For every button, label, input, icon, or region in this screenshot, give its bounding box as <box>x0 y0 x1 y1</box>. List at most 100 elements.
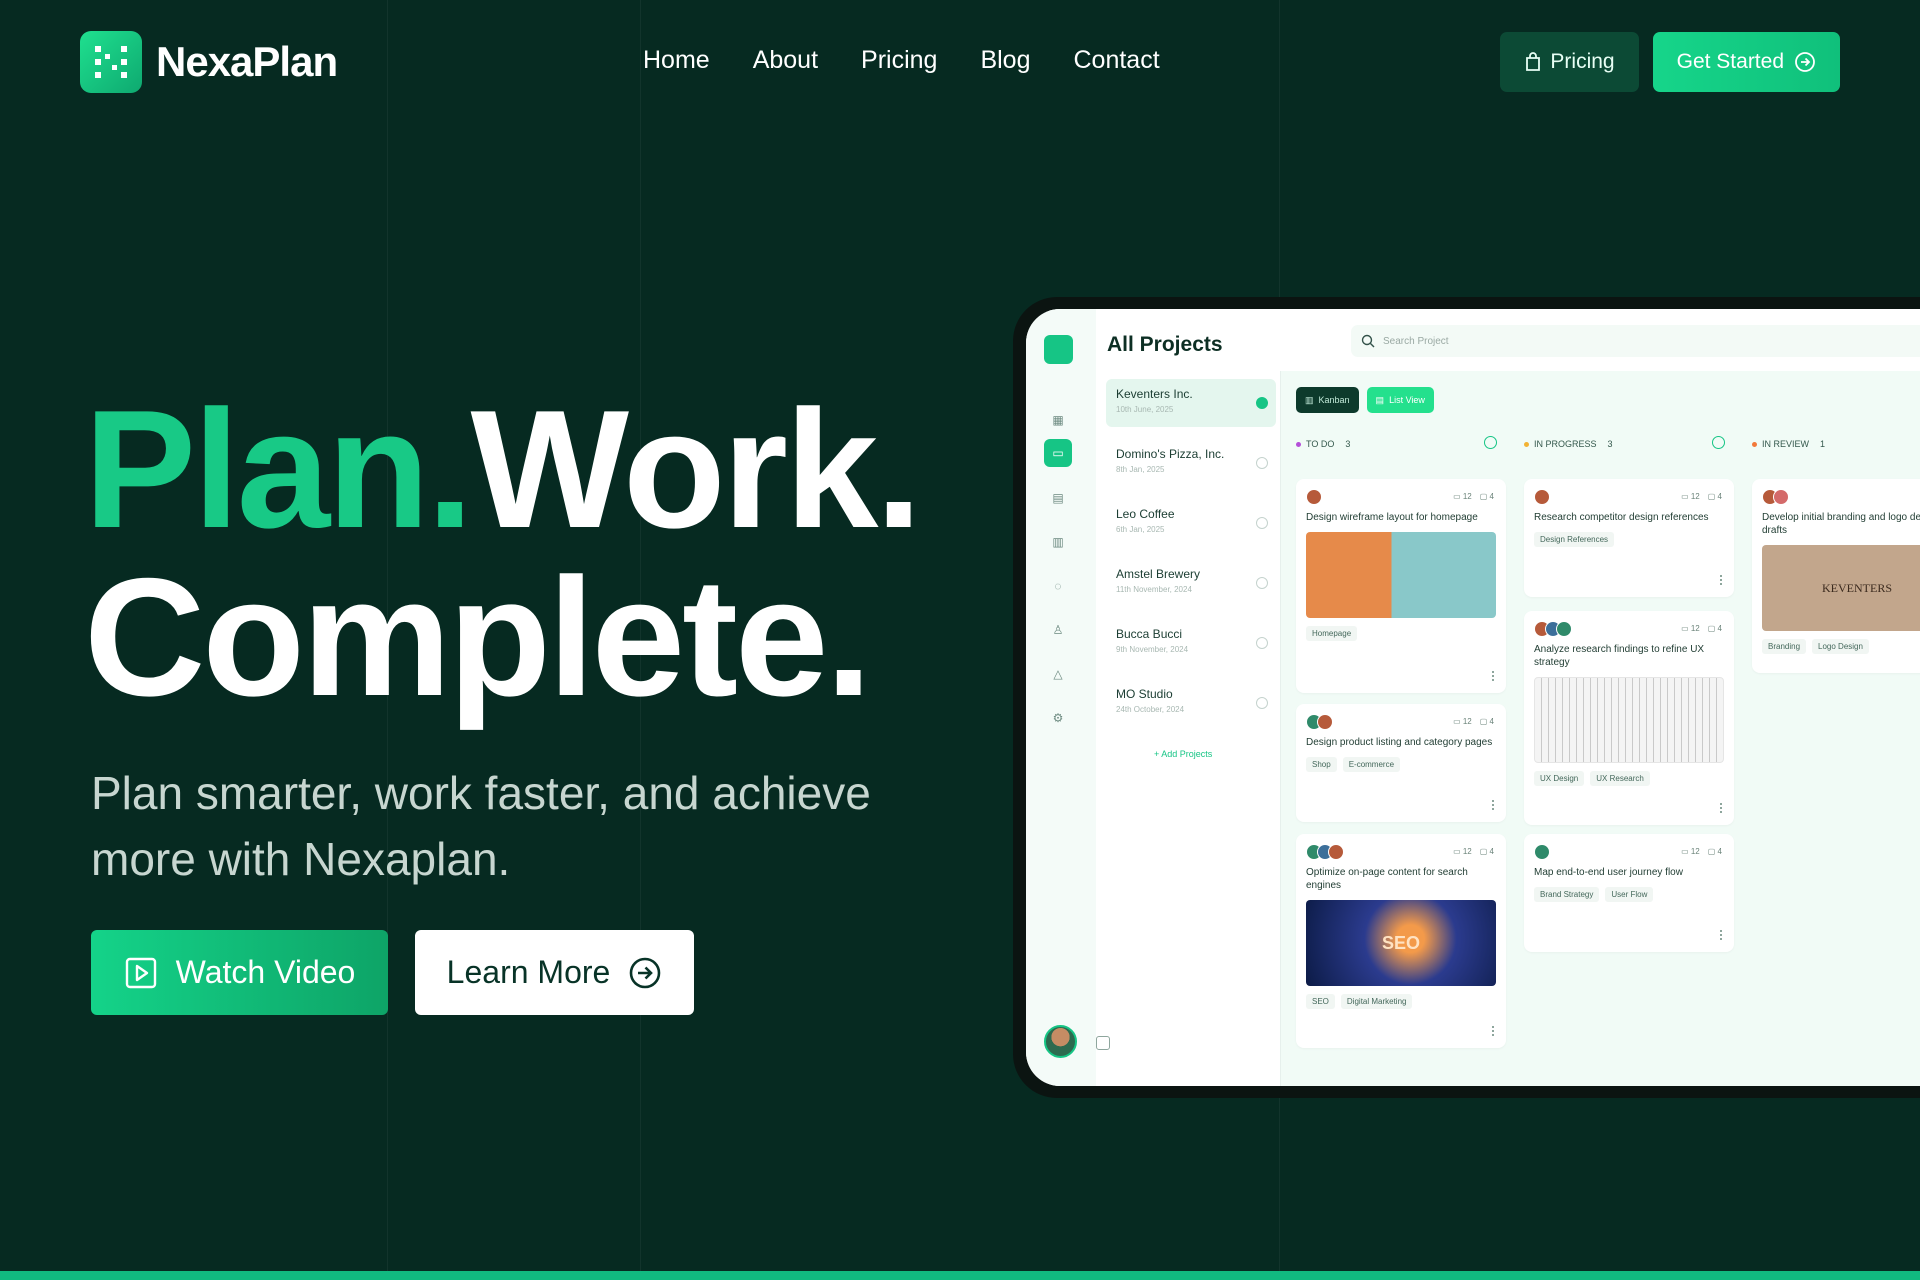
column-count: 3 <box>1607 439 1613 449</box>
file-count: ▢ 4 <box>1707 492 1722 501</box>
arrow-circle-right-icon <box>630 957 661 988</box>
task-card[interactable]: ▭ 12 ▢ 4 Design wireframe layout for home… <box>1296 479 1506 693</box>
chart-icon[interactable]: ▥ <box>1050 534 1066 550</box>
task-tag: SEO <box>1306 994 1335 1009</box>
project-item[interactable]: Bucca Bucci 9th November, 2024 <box>1106 619 1276 667</box>
task-title: Map end-to-end user journey flow <box>1534 867 1683 878</box>
nav-links: Home About Pricing Blog Contact <box>643 46 1160 75</box>
task-tag: User Flow <box>1605 887 1654 902</box>
chat-icon[interactable]: ◌ <box>1050 578 1066 594</box>
status-dot <box>1296 441 1301 447</box>
task-title: Research competitor design references <box>1534 512 1709 523</box>
project-item[interactable]: Amstel Brewery 11th November, 2024 <box>1106 559 1276 607</box>
task-image <box>1534 677 1724 763</box>
task-tag: UX Design <box>1534 771 1585 786</box>
column-header-in-progress: IN PROGRESS 3 <box>1524 439 1613 449</box>
column-title: IN PROGRESS <box>1534 439 1597 449</box>
more-icon[interactable] <box>1492 800 1494 810</box>
task-card[interactable]: ▭ 12 ▢ 4 Analyze research findings to ref… <box>1524 611 1734 825</box>
task-card[interactable]: ▭ 12 ▢ 4 Map end-to-end user journey flow… <box>1524 834 1734 952</box>
assignee-avatar <box>1534 489 1550 505</box>
project-status-icon <box>1256 697 1268 709</box>
column-title: IN REVIEW <box>1762 439 1810 449</box>
user-icon[interactable]: ♙ <box>1050 622 1066 638</box>
get-started-button[interactable]: Get Started <box>1652 32 1840 92</box>
more-icon[interactable] <box>1720 930 1722 940</box>
project-item[interactable]: Domino's Pizza, Inc. 8th Jan, 2025 <box>1106 439 1276 487</box>
task-tag: E-commerce <box>1342 757 1401 772</box>
task-title: Design wireframe layout for homepage <box>1306 512 1478 523</box>
add-projects-button[interactable]: + Add Projects <box>1154 749 1212 759</box>
dashboard-icon[interactable]: ▦ <box>1050 412 1066 428</box>
task-card[interactable]: ▭ 12 ▢ 4 Design product listing and categ… <box>1296 704 1506 822</box>
settings-icon[interactable]: ⚙ <box>1050 710 1066 726</box>
project-date: 6th Jan, 2025 <box>1116 525 1165 534</box>
task-tag: Brand Strategy <box>1534 887 1600 902</box>
task-image: SEO <box>1306 900 1496 986</box>
project-status-icon <box>1256 397 1268 409</box>
project-name: Amstel Brewery <box>1116 567 1201 581</box>
task-tag: Digital Marketing <box>1340 994 1413 1009</box>
watch-video-button[interactable]: Watch Video <box>91 930 388 1015</box>
comment-count: ▭ 12 <box>1453 492 1472 501</box>
shopping-bag-icon <box>1526 52 1541 71</box>
list-view-button[interactable]: ▤ List View <box>1366 387 1434 413</box>
task-image <box>1306 532 1496 618</box>
project-item[interactable]: Leo Coffee 6th Jan, 2025 <box>1106 499 1276 547</box>
file-count: ▢ 4 <box>1479 847 1494 856</box>
more-icon[interactable] <box>1720 575 1722 585</box>
pricing-button[interactable]: Pricing <box>1500 32 1639 92</box>
search-icon <box>1361 334 1375 348</box>
nav-link-home[interactable]: Home <box>643 46 710 75</box>
column-header-in-review: IN REVIEW 1 <box>1752 439 1825 449</box>
folder-icon[interactable]: ▭ <box>1044 439 1072 467</box>
brand-logo[interactable]: NexaPlan <box>80 31 338 93</box>
assignee-avatar <box>1328 844 1344 860</box>
nav-link-contact[interactable]: Contact <box>1074 46 1160 75</box>
task-card[interactable]: Develop initial branding and logo design… <box>1752 479 1920 673</box>
project-name: Keventers Inc. <box>1116 387 1193 401</box>
project-date: 8th Jan, 2025 <box>1116 465 1165 474</box>
calendar-icon[interactable]: ▤ <box>1050 490 1066 506</box>
more-icon[interactable] <box>1492 1026 1494 1036</box>
file-count: ▢ 4 <box>1479 717 1494 726</box>
nav-link-pricing[interactable]: Pricing <box>861 46 937 75</box>
task-title: Analyze research findings to refine UX s… <box>1534 644 1705 668</box>
assignee-avatar <box>1306 489 1322 505</box>
more-icon[interactable] <box>1720 803 1722 813</box>
learn-more-button[interactable]: Learn More <box>415 930 694 1015</box>
column-header-todo: TO DO 3 <box>1296 439 1350 449</box>
project-search-input[interactable]: Search Project <box>1351 325 1920 357</box>
assignee-avatar <box>1556 621 1572 637</box>
project-status-icon <box>1256 637 1268 649</box>
project-item[interactable]: Keventers Inc. 10th June, 2025 <box>1106 379 1276 427</box>
project-name: MO Studio <box>1116 687 1173 701</box>
user-avatar[interactable] <box>1044 1025 1077 1058</box>
list-view-label: List View <box>1389 395 1425 405</box>
nav-link-about[interactable]: About <box>753 46 818 75</box>
file-count: ▢ 4 <box>1707 624 1722 633</box>
task-image: KEVENTERS <box>1762 545 1920 631</box>
hero-title-accent: Plan. <box>84 375 473 563</box>
project-date: 24th October, 2024 <box>1116 705 1185 714</box>
app-screen: ▦ ▭ ▤ ▥ ◌ ♙ △ ⚙ All Projects Search Proj… <box>1026 309 1920 1086</box>
app-preview-device: ▦ ▭ ▤ ▥ ◌ ♙ △ ⚙ All Projects Search Proj… <box>1013 297 1920 1098</box>
brand-name: NexaPlan <box>156 38 338 85</box>
task-title: Design product listing and category page… <box>1306 737 1493 748</box>
task-card[interactable]: ▭ 12 ▢ 4 Research competitor design refer… <box>1524 479 1734 597</box>
more-icon[interactable] <box>1492 671 1494 681</box>
add-task-icon[interactable] <box>1712 436 1725 449</box>
bell-icon[interactable]: △ <box>1050 666 1066 682</box>
add-task-icon[interactable] <box>1484 436 1497 449</box>
file-count: ▢ 4 <box>1479 492 1494 501</box>
nav-link-blog[interactable]: Blog <box>980 46 1030 75</box>
kanban-view-button[interactable]: ▥ Kanban <box>1296 387 1359 413</box>
task-tag: Shop <box>1306 757 1337 772</box>
hero-title-work: Work. <box>470 375 922 563</box>
kanban-board: ▥ Kanban ▤ List View TO DO 3 IN PROGRESS… <box>1281 371 1920 1086</box>
project-status-icon <box>1256 517 1268 529</box>
column-title: TO DO <box>1306 439 1335 449</box>
project-item[interactable]: MO Studio 24th October, 2024 <box>1106 679 1276 727</box>
task-card[interactable]: ▭ 12 ▢ 4 Optimize on-page content for sea… <box>1296 834 1506 1048</box>
comment-count: ▭ 12 <box>1453 717 1472 726</box>
